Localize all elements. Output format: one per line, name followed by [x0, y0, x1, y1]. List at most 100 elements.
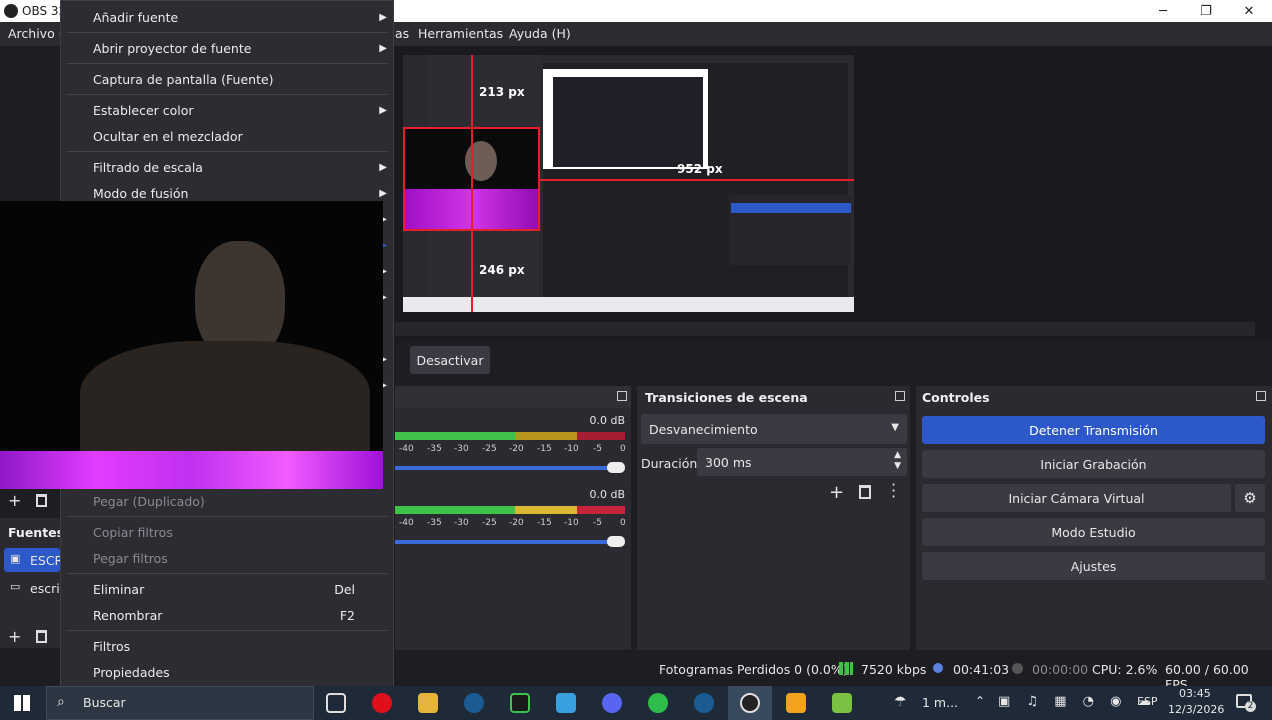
track1-volume-slider[interactable] [395, 466, 623, 470]
menu-vistas[interactable]: as [395, 26, 409, 41]
submenu-arrow-icon: ▶ [379, 12, 387, 23]
transition-select[interactable]: Desvanecimiento ▼ [641, 414, 907, 444]
weather-icon: ☂ [894, 694, 907, 710]
more-options-icon[interactable]: · · · [891, 477, 896, 505]
menu-archivo[interactable]: Archivo (I [8, 26, 67, 41]
controls-panel: Controles Detener Transmisión Iniciar Gr… [916, 386, 1272, 650]
menu-ayuda[interactable]: Ayuda (H) [509, 26, 571, 41]
steam2-icon[interactable] [694, 693, 714, 713]
taskbar-search[interactable]: ⌕ Buscar [46, 686, 314, 720]
spin-arrows-icon[interactable]: ▲ ▼ [894, 450, 901, 472]
deactivate-button[interactable]: Desactivar [410, 346, 490, 374]
track2-volume-slider[interactable] [395, 540, 623, 544]
menu-item-filters[interactable]: Filtros [93, 639, 130, 654]
track2-tick: -5 [593, 518, 602, 528]
menu-item-blend-mode[interactable]: Modo de fusión [93, 186, 188, 201]
signal-bars-icon [839, 662, 853, 675]
source-item-escrit[interactable]: ▭ escrit [4, 576, 65, 600]
transitions-dock-icon[interactable] [895, 391, 905, 401]
source-delete-icon[interactable] [36, 630, 47, 643]
file-explorer-icon[interactable] [418, 693, 438, 713]
track1-volume-handle[interactable] [607, 462, 625, 473]
track1-tick: -30 [454, 444, 469, 454]
tray-icons[interactable]: ▣ ♫ ▦ ◔ ◉ ☁ [998, 694, 1157, 709]
scene-add-icon[interactable]: + [8, 491, 21, 510]
track2-tick: -30 [454, 518, 469, 528]
track2-volume-handle[interactable] [607, 536, 625, 547]
preview-scrollbar[interactable] [395, 322, 1255, 336]
app-android-icon[interactable] [832, 693, 852, 713]
webcam-face [465, 141, 497, 181]
virtual-camera-gear-icon[interactable]: ⚙ [1235, 484, 1265, 512]
source-item-escr[interactable]: ▣ ESCR [4, 548, 63, 572]
windows-start-icon[interactable] [14, 695, 30, 711]
camera-icon: ▣ [10, 552, 21, 565]
settings-button[interactable]: Ajustes [922, 552, 1265, 580]
scene-delete-icon[interactable] [36, 494, 47, 507]
track2-tick: -35 [427, 518, 442, 528]
track2-tick: -25 [482, 518, 497, 528]
search-icon: ⌕ [57, 694, 65, 710]
menu-item-paste-filters[interactable]: Pegar filtros [93, 551, 168, 566]
menu-item-copy-filters[interactable]: Copiar filtros [93, 525, 173, 540]
taskbar: ⌕ Buscar ☂ 1 m... ⌃ ▣ ♫ ▦ ◔ ◉ ☁ ESP 03:4… [0, 686, 1272, 720]
task-view-icon[interactable] [326, 693, 346, 713]
size-label-right: 952 px [677, 162, 723, 176]
submenu-arrow-icon: ▶ [379, 188, 387, 199]
record-icon [1012, 663, 1023, 674]
mixer-header [395, 386, 631, 408]
menu-item-screenshot[interactable]: Captura de pantalla (Fuente) [93, 72, 274, 87]
delete-transition-icon[interactable] [859, 485, 871, 499]
menu-item-add-source[interactable]: Añadir fuente [93, 10, 178, 25]
razer-icon[interactable] [510, 693, 530, 713]
add-transition-icon[interactable]: + [829, 482, 844, 503]
menu-item-paste-duplicate[interactable]: Pegar (Duplicado) [93, 494, 205, 509]
webcam-projector-window[interactable] [0, 201, 383, 489]
menu-item-scale-filter[interactable]: Filtrado de escala [93, 160, 203, 175]
controls-dock-icon[interactable] [1256, 391, 1266, 401]
start-virtual-camera-button[interactable]: Iniciar Cámara Virtual [922, 484, 1231, 512]
menu-item-hide-mixer[interactable]: Ocultar en el mezclador [93, 129, 243, 144]
submenu-arrow-icon: ▶ [379, 162, 387, 173]
minimize-button[interactable]: ─ [1140, 0, 1186, 22]
menu-item-set-color[interactable]: Establecer color [93, 103, 194, 118]
opera-icon[interactable] [372, 693, 392, 713]
submenu-arrow-icon: ▶ [379, 105, 387, 116]
maximize-button[interactable]: ❐ [1183, 0, 1229, 22]
track1-tick: -5 [593, 444, 602, 454]
audio-mixer-panel: 0.0 dB -40 -35 -30 -25 -20 -15 -10 -5 0 … [395, 386, 631, 650]
stop-streaming-button[interactable]: Detener Transmisión [922, 416, 1265, 444]
track2-meter-red [577, 506, 625, 514]
menu-item-rename[interactable]: Renombrar [93, 608, 162, 623]
duration-spinbox[interactable]: 300 ms ▲ ▼ [697, 448, 907, 476]
studio-mode-button[interactable]: Modo Estudio [922, 518, 1265, 546]
menu-item-properties[interactable]: Propiedades [93, 665, 170, 680]
start-recording-button[interactable]: Iniciar Grabación [922, 450, 1265, 478]
app-k-icon[interactable] [786, 693, 806, 713]
steam-icon[interactable] [464, 693, 484, 713]
language-indicator[interactable]: ESP [1137, 695, 1158, 708]
menu-item-open-projector[interactable]: Abrir proyector de fuente [93, 41, 251, 56]
stream-time: 00:41:03 [953, 662, 1010, 677]
menu-herramientas[interactable]: Herramientas [418, 26, 503, 41]
menu-item-delete[interactable]: Eliminar [93, 582, 144, 597]
app-green-icon[interactable] [648, 693, 668, 713]
source-add-icon[interactable]: + [8, 627, 21, 646]
close-button[interactable]: ✕ [1226, 0, 1272, 22]
obs-icon[interactable] [740, 693, 760, 713]
app-f-icon[interactable] [556, 693, 576, 713]
discord-icon[interactable] [602, 693, 622, 713]
clock-time[interactable]: 03:45 [1179, 687, 1211, 700]
track2-tick: -40 [399, 518, 414, 528]
track1-db: 0.0 dB [589, 414, 625, 427]
clock-date[interactable]: 12/3/2026 [1168, 703, 1224, 716]
tray-chevron-icon[interactable]: ⌃ [975, 694, 985, 708]
monitor-icon: ▭ [10, 580, 21, 593]
duration-label: Duración [641, 456, 698, 471]
preview-canvas[interactable]: 213 px 952 px 246 px [403, 55, 854, 312]
mixer-dock-icon[interactable] [617, 391, 627, 401]
track1-tick: -35 [427, 444, 442, 454]
track1-tick: -40 [399, 444, 414, 454]
weather-text[interactable]: 1 m... [922, 695, 958, 710]
cpu-usage: CPU: 2.6% [1092, 662, 1158, 677]
